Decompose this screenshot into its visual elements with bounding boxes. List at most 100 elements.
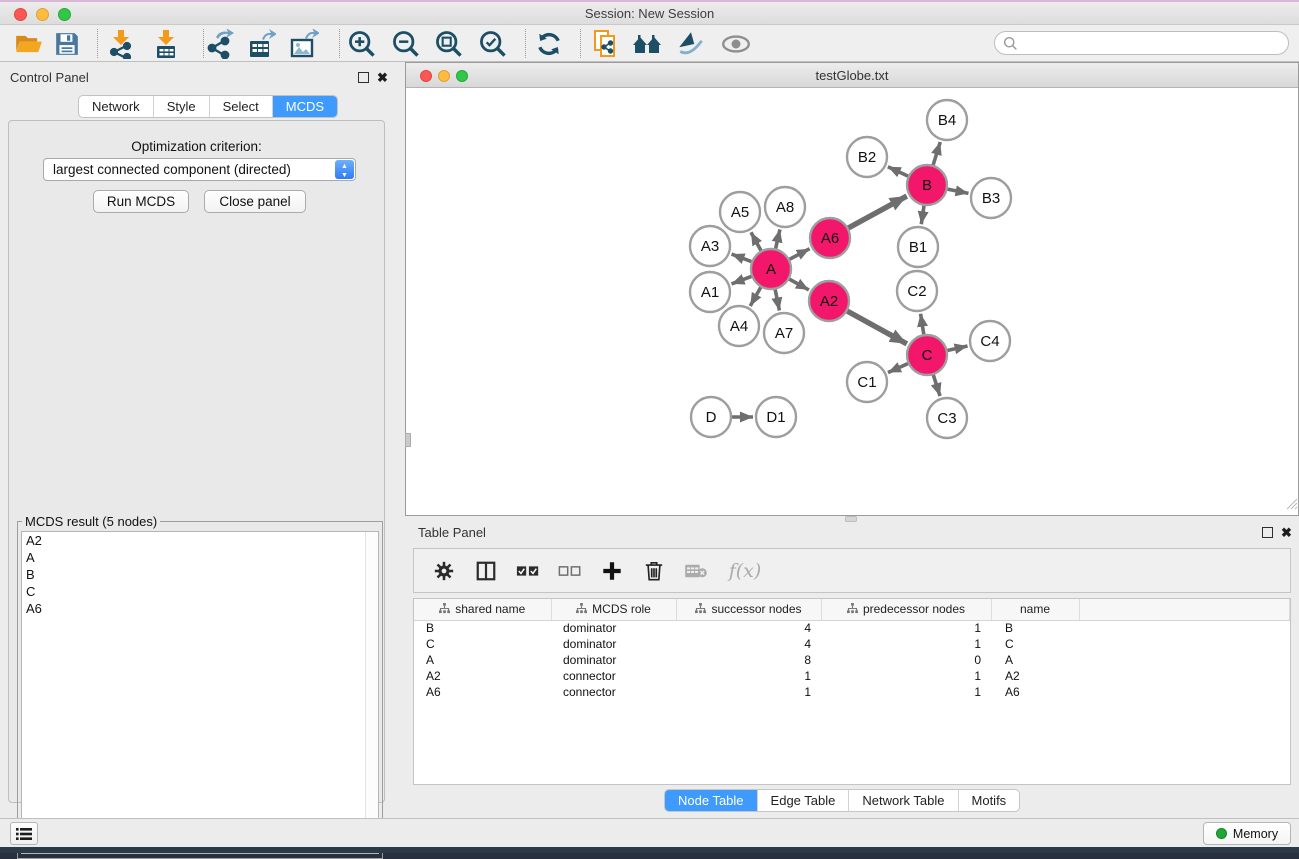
control-panel-close-button[interactable]: ✖ <box>377 72 388 83</box>
table-row[interactable]: A6connector11A6 <box>414 684 1290 700</box>
close-panel-button[interactable]: Close panel <box>204 190 306 213</box>
mcds-result-item[interactable]: C <box>22 583 378 600</box>
graph-node-A8[interactable]: A8 <box>765 187 805 227</box>
panel-collapse-handle[interactable] <box>405 433 411 447</box>
graph-node-C2[interactable]: C2 <box>897 271 937 311</box>
table-columns-button[interactable] <box>472 557 500 585</box>
tab-select[interactable]: Select <box>210 96 273 117</box>
run-mcds-button[interactable]: Run MCDS <box>93 190 189 213</box>
select-all-button[interactable] <box>514 557 542 585</box>
table-cell[interactable]: dominator <box>551 636 676 652</box>
delete-row-button[interactable] <box>640 557 668 585</box>
column-header-successor-nodes[interactable]: successor nodes <box>676 599 821 620</box>
import-table-button[interactable] <box>149 28 183 59</box>
export-network-button[interactable] <box>202 28 236 59</box>
zoom-selected-button[interactable] <box>476 28 510 59</box>
table-row[interactable]: Cdominator41C <box>414 636 1290 652</box>
graph-node-A5[interactable]: A5 <box>720 192 760 232</box>
mcds-result-item[interactable]: A6 <box>22 600 378 617</box>
home-button[interactable] <box>630 28 664 59</box>
graph-node-B4[interactable]: B4 <box>927 100 967 140</box>
control-panel-float-button[interactable] <box>358 72 369 83</box>
column-header-predecessor-nodes[interactable]: predecessor nodes <box>821 599 991 620</box>
resize-grip-icon[interactable] <box>1286 497 1298 515</box>
function-builder-button[interactable]: f(x) <box>724 557 766 585</box>
table-cell[interactable]: A2 <box>991 668 1079 684</box>
table-cell[interactable]: 1 <box>676 684 821 700</box>
graph-node-A7[interactable]: A7 <box>764 313 804 353</box>
table-cell[interactable]: connector <box>551 668 676 684</box>
table-cell[interactable]: C <box>414 636 551 652</box>
eye-button[interactable] <box>719 28 753 59</box>
graph-node-C[interactable]: C <box>907 335 947 375</box>
graph-node-B[interactable]: B <box>907 165 947 205</box>
table-cell[interactable]: connector <box>551 684 676 700</box>
table-row[interactable]: A2connector11A2 <box>414 668 1290 684</box>
graph-node-C1[interactable]: C1 <box>847 362 887 402</box>
delete-table-button[interactable] <box>682 557 710 585</box>
column-header-name[interactable]: name <box>991 599 1079 620</box>
table-row[interactable]: Bdominator41B <box>414 620 1290 636</box>
table-cell[interactable]: A2 <box>414 668 551 684</box>
graph-node-A6[interactable]: A6 <box>810 218 850 258</box>
column-header-shared-name[interactable]: shared name <box>414 599 551 620</box>
graph-node-B1[interactable]: B1 <box>898 227 938 267</box>
table-cell[interactable]: B <box>991 620 1079 636</box>
table-settings-button[interactable] <box>430 557 458 585</box>
table-cell[interactable]: A <box>991 652 1079 668</box>
table-panel-close-button[interactable]: ✖ <box>1281 527 1292 538</box>
graph-node-B2[interactable]: B2 <box>847 137 887 177</box>
memory-button[interactable]: Memory <box>1203 822 1291 845</box>
table-cell[interactable]: 1 <box>676 668 821 684</box>
add-row-button[interactable] <box>598 557 626 585</box>
mcds-result-item[interactable]: A <box>22 549 378 566</box>
table-cell[interactable]: 1 <box>821 668 991 684</box>
duplicate-network-button[interactable] <box>589 28 623 59</box>
table-cell[interactable]: A6 <box>991 684 1079 700</box>
zoom-in-button[interactable] <box>345 28 379 59</box>
table-cell[interactable]: A6 <box>414 684 551 700</box>
table-cell[interactable]: 0 <box>821 652 991 668</box>
tab-node-table[interactable]: Node Table <box>665 790 758 811</box>
graph-node-A[interactable]: A <box>751 249 791 289</box>
zoom-fit-button[interactable] <box>432 28 466 59</box>
mcds-result-item[interactable]: B <box>22 566 378 583</box>
table-cell[interactable]: A <box>414 652 551 668</box>
zoom-out-button[interactable] <box>389 28 423 59</box>
tab-edge-table[interactable]: Edge Table <box>758 790 850 811</box>
deselect-all-button[interactable] <box>556 557 584 585</box>
table-cell[interactable]: 4 <box>676 620 821 636</box>
graph-node-D[interactable]: D <box>691 397 731 437</box>
show-graphics-details-button[interactable] <box>674 28 708 59</box>
tab-mcds[interactable]: MCDS <box>273 96 337 117</box>
tab-style[interactable]: Style <box>154 96 210 117</box>
graph-node-A3[interactable]: A3 <box>690 226 730 266</box>
table-cell[interactable]: B <box>414 620 551 636</box>
table-row[interactable]: Adominator80A <box>414 652 1290 668</box>
open-session-button[interactable] <box>12 28 46 59</box>
tab-network-table[interactable]: Network Table <box>849 790 958 811</box>
table-panel-float-button[interactable] <box>1262 527 1273 538</box>
search-input[interactable] <box>1022 36 1288 50</box>
graph-node-A1[interactable]: A1 <box>690 272 730 312</box>
mcds-result-item[interactable]: A2 <box>22 532 378 549</box>
graph-node-A2[interactable]: A2 <box>809 281 849 321</box>
save-session-button[interactable] <box>50 28 84 59</box>
table-cell[interactable]: 4 <box>676 636 821 652</box>
refresh-button[interactable] <box>532 28 566 59</box>
tab-network[interactable]: Network <box>79 96 154 117</box>
table-cell[interactable]: dominator <box>551 620 676 636</box>
export-image-button[interactable] <box>287 28 321 59</box>
graph-node-B3[interactable]: B3 <box>971 178 1011 218</box>
table-cell[interactable]: 8 <box>676 652 821 668</box>
column-header-mcds-role[interactable]: MCDS role <box>551 599 676 620</box>
table-cell[interactable]: 1 <box>821 684 991 700</box>
search-field[interactable] <box>994 31 1289 55</box>
task-history-button[interactable] <box>10 822 38 845</box>
import-network-button[interactable] <box>104 28 138 59</box>
mcds-result-scrollbar[interactable] <box>365 532 378 853</box>
tab-motifs[interactable]: Motifs <box>959 790 1020 811</box>
table-cell[interactable]: C <box>991 636 1079 652</box>
graph-node-C3[interactable]: C3 <box>927 398 967 438</box>
optimization-criterion-select[interactable]: largest connected component (directed) ▲… <box>43 158 356 181</box>
